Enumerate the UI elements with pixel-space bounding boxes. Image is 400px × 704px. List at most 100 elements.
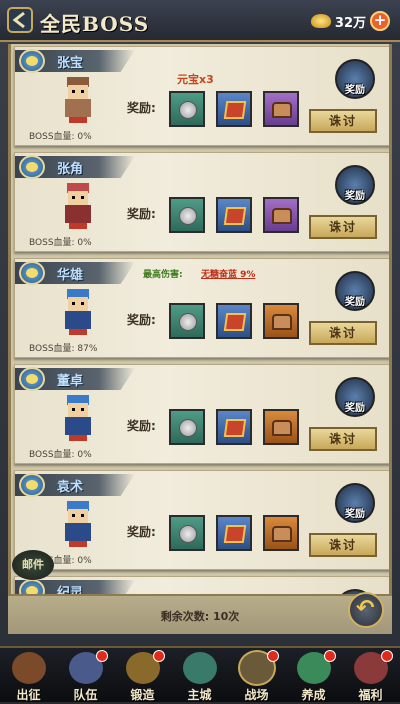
add-gold-button[interactable]: + [370,11,390,31]
nav-label: 主城 [187,688,212,702]
boss-name: 华雄 [57,268,84,283]
bottom-nav: 出征 队伍 锻造 主城 战场 养成 福利 [0,646,400,702]
back-arrow-icon[interactable] [6,6,34,34]
nav-item-city[interactable]: 主城 [171,648,228,704]
reward-item[interactable] [263,515,300,551]
chest-icon [272,314,293,330]
nav-label: 福利 [358,688,383,702]
chest-icon [272,420,293,436]
boss-badge-icon [19,367,45,391]
reward-label: 奖励: [127,313,156,327]
reward-items [169,303,305,343]
boss-hp: BOSS血量: 0% [29,450,92,460]
reward-label: 奖励: [127,101,156,115]
reward-item[interactable] [169,409,205,445]
notification-dot [153,650,165,662]
boss-card: 纪灵 [14,576,389,594]
boss-name: 张角 [57,162,84,177]
reward-item[interactable] [216,303,253,339]
reward-items [169,91,305,131]
disc-icon [179,101,197,119]
gold-amount: 32万 [334,15,366,31]
book-icon [223,207,247,225]
nav-item-welfare[interactable]: 福利 [342,648,399,704]
disc-icon [179,313,197,331]
boss-card: 袁术 BOSS血量: 0% 奖励: 奖励 诛讨 [14,470,389,570]
reward-item[interactable] [169,91,205,127]
chest-icon [272,102,293,118]
chest-icon [272,526,293,542]
reward-item[interactable] [169,303,205,339]
return-button[interactable] [348,592,384,628]
top-damage-label: 最高伤害: [143,270,183,280]
disc-icon [179,207,197,225]
mail-button[interactable]: 邮件 [12,550,54,580]
reward-items [169,409,305,449]
disc-icon [179,525,197,543]
notification-dot [324,650,336,662]
reward-item[interactable] [216,197,253,233]
reward-preview-label[interactable]: 奖励 [335,187,375,202]
boss-name: 袁术 [57,480,84,495]
boss-avatar [65,395,91,441]
city-icon [183,652,217,684]
boss-name: 纪灵 [57,586,84,594]
boss-badge-icon [19,473,45,497]
reward-item[interactable] [169,197,205,233]
nav-item-team[interactable]: 队伍 [57,648,114,704]
reward-item[interactable] [263,91,300,127]
nav-label: 养成 [301,688,326,702]
boss-card: 张角 BOSS血量: 0% 奖励: 奖励 诛讨 [14,152,389,252]
reward-item[interactable] [263,409,300,445]
book-icon [223,101,247,119]
reward-label: 奖励: [127,525,156,539]
notification-dot [267,650,279,662]
nav-item-battlefield[interactable]: 战场 [228,648,285,704]
top-damage-value[interactable]: 无糖奋蓝 9% [201,267,255,280]
reward-item[interactable] [169,515,205,551]
boss-list[interactable]: 张宝 BOSS血量: 0% 元宝x3 奖励: 奖励 诛讨 张角 BOSS血量: … [8,44,392,594]
nav-label: 队伍 [73,688,98,702]
boss-avatar [65,501,91,547]
nav-label: 锻造 [130,688,155,702]
nav-label: 战场 [244,688,269,702]
reward-preview-label[interactable]: 奖励 [335,293,375,308]
reward-label: 奖励: [127,207,156,221]
boss-card: 张宝 BOSS血量: 0% 元宝x3 奖励: 奖励 诛讨 [14,46,389,146]
boss-name: 董卓 [57,374,84,389]
boss-hp: BOSS血量: 0% [29,132,92,142]
reward-item[interactable] [263,303,300,339]
reward-label: 奖励: [127,419,156,433]
nav-item-forge[interactable]: 锻造 [114,648,171,704]
reward-preview-label[interactable]: 奖励 [335,505,375,520]
notification-dot [381,650,393,662]
gold-ingot-icon [310,14,331,28]
boss-badge-icon [19,155,45,179]
disc-icon [179,419,197,437]
reward-preview-label[interactable]: 奖励 [335,399,375,414]
chest-icon [272,208,293,224]
fight-button[interactable]: 诛讨 [309,533,377,557]
top-reward: 元宝x3 [177,73,214,86]
fight-button[interactable]: 诛讨 [309,427,377,451]
reward-items [169,515,305,555]
reward-item[interactable] [216,91,253,127]
reward-preview-label[interactable]: 奖励 [335,81,375,96]
boss-avatar [65,183,91,229]
reward-item[interactable] [216,515,253,551]
boss-card: 华雄 最高伤害: 无糖奋蓝 9% BOSS血量: 87% 奖励: 奖励 诛讨 [14,258,389,358]
fight-button[interactable]: 诛讨 [309,109,377,133]
book-icon [223,313,247,331]
nav-item-expedition[interactable]: 出征 [0,648,57,704]
boss-hp: BOSS血量: 87% [29,344,98,354]
fight-button[interactable]: 诛讨 [309,215,377,239]
reward-item[interactable] [263,197,300,233]
book-icon [223,525,247,543]
boss-avatar [65,77,91,123]
boss-badge-icon [19,49,45,73]
reward-item[interactable] [216,409,253,445]
boss-badge-icon [19,261,45,285]
book-icon [223,419,247,437]
fight-button[interactable]: 诛讨 [309,321,377,345]
nav-item-develop[interactable]: 养成 [285,648,342,704]
